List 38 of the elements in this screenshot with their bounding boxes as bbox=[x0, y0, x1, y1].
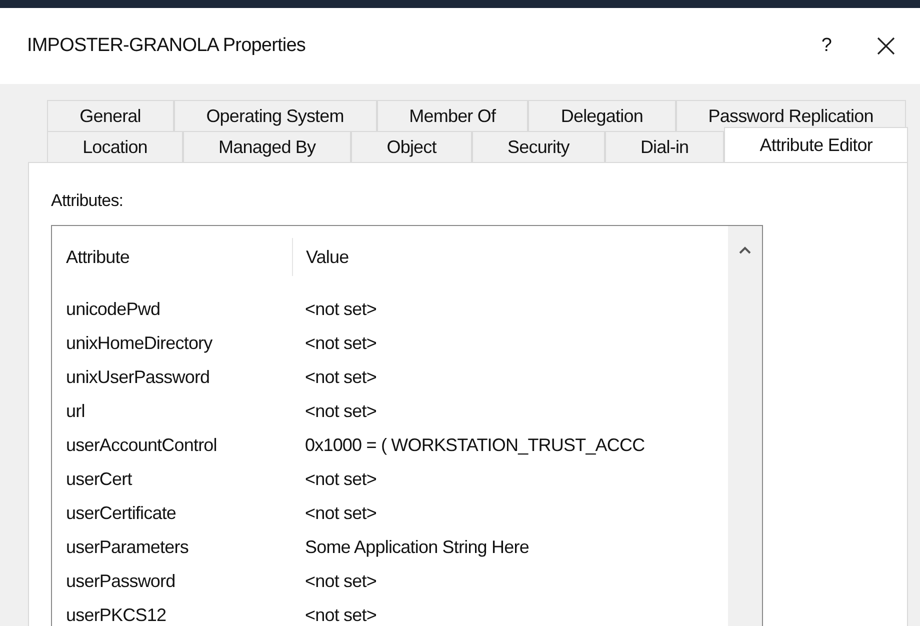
table-cell-text: url bbox=[65, 400, 86, 422]
table-cell-text: userPassword bbox=[65, 570, 176, 592]
table-cell-text: <not set> bbox=[304, 400, 376, 422]
tab[interactable]: Managed By bbox=[182, 131, 352, 162]
column-header[interactable]: Value bbox=[293, 246, 349, 268]
tab[interactable]: Location bbox=[47, 131, 183, 162]
scroll-up-icon[interactable] bbox=[739, 246, 751, 254]
table-cell-text: <not set> bbox=[304, 298, 376, 320]
column-header[interactable]: Attribute bbox=[52, 238, 293, 276]
tab[interactable]: Dial-in bbox=[604, 131, 724, 162]
table-cell-text: userAccountControl bbox=[65, 434, 218, 456]
tab[interactable]: Delegation bbox=[528, 100, 676, 131]
table-cell-text: <not set> bbox=[304, 468, 376, 490]
table-cell-text: <not set> bbox=[304, 332, 376, 354]
table-cell-text: userParameters bbox=[65, 536, 190, 558]
table-cell-text: <not set> bbox=[304, 570, 376, 592]
tab[interactable]: Security bbox=[472, 131, 605, 162]
table-cell-text: Some Application String Here bbox=[304, 536, 529, 558]
table-cell-text: userPKCS12 bbox=[65, 604, 168, 626]
table-cell-text: <not set> bbox=[304, 604, 376, 626]
table-cell-text: <not set> bbox=[304, 366, 376, 388]
window-title: IMPOSTER-GRANOLA Properties bbox=[27, 35, 306, 57]
table-cell-text: <not set> bbox=[304, 502, 376, 524]
tab[interactable]: Attribute Editor bbox=[724, 127, 908, 162]
scrollbar[interactable] bbox=[728, 226, 762, 626]
close-button[interactable] bbox=[876, 36, 896, 56]
table-cell-text: 0x1000 = ( WORKSTATION_TRUST_ACCC bbox=[304, 434, 645, 456]
table-cell-text: unicodePwd bbox=[65, 298, 162, 320]
table-cell-text: unixHomeDirectory bbox=[65, 332, 214, 354]
table-cell-text: userCert bbox=[65, 468, 134, 490]
table-cell-text: userCertificate bbox=[65, 502, 178, 524]
tab[interactable]: Object bbox=[351, 131, 472, 162]
tab[interactable]: General bbox=[47, 100, 174, 131]
table-cell-text: unixUserPassword bbox=[65, 366, 211, 388]
attributes-label: Attributes: bbox=[51, 191, 124, 211]
tab[interactable]: Member Of bbox=[376, 100, 528, 131]
tab[interactable]: Operating System bbox=[174, 100, 377, 131]
help-button[interactable]: ? bbox=[821, 35, 832, 57]
